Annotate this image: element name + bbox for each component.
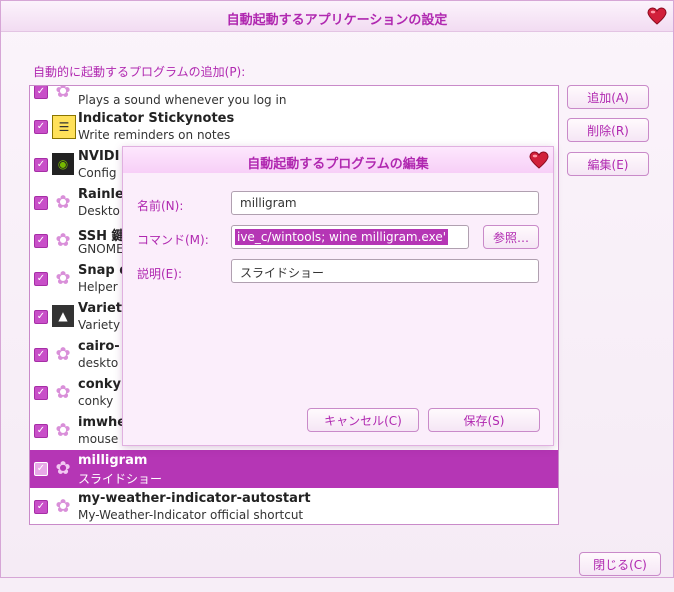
comment-field[interactable]: スライドショー <box>231 259 539 283</box>
program-name: my-weather-indicator-autostart <box>78 491 311 506</box>
checkbox[interactable]: ✓ <box>34 386 48 400</box>
sticky-notes-icon: ☰ <box>52 115 76 139</box>
program-name: conky <box>78 377 122 392</box>
flower-icon: ✿ <box>55 419 71 441</box>
checkbox[interactable]: ✓ <box>34 272 48 286</box>
program-list-label: 自動的に起動するプログラムの追加(P): <box>33 65 246 79</box>
flower-icon: ✿ <box>55 191 71 213</box>
checkbox[interactable]: ✓ <box>34 158 48 172</box>
checkbox[interactable]: ✓ <box>34 310 48 324</box>
checkbox[interactable]: ✓ <box>34 196 48 210</box>
command-value: ive_c/wintools; wine milligram.exe' <box>235 229 449 245</box>
program-desc: Plays a sound whenever you log in <box>78 93 287 107</box>
program-desc: My-Weather-Indicator official shortcut <box>78 508 304 522</box>
list-item-selected[interactable]: ✓ ✿ milligram スライドショー <box>30 450 558 488</box>
program-name: milligram <box>78 453 148 468</box>
program-desc: Config <box>78 166 117 180</box>
program-name: Snap d <box>78 263 129 278</box>
program-name: Variet <box>78 301 123 316</box>
checkbox[interactable]: ✓ <box>34 348 48 362</box>
checkbox[interactable]: ✓ <box>34 234 48 248</box>
close-button[interactable]: 閉じる(C) <box>579 552 661 576</box>
browse-button[interactable]: 参照… <box>483 225 539 249</box>
edit-button[interactable]: 編集(E) <box>567 152 649 176</box>
remove-button[interactable]: 削除(R) <box>567 118 649 142</box>
edit-program-dialog: 自動起動するプログラムの編集 名前(N): milligram コマンド(M):… <box>122 146 554 446</box>
dialog-title-bar: 自動起動するプログラムの編集 <box>123 147 553 173</box>
program-desc: Helper <box>78 280 118 294</box>
name-label: 名前(N): <box>137 199 184 213</box>
checkbox[interactable]: ✓ <box>34 424 48 438</box>
program-desc: Deskto <box>78 204 120 218</box>
flower-icon: ✿ <box>55 267 71 289</box>
program-name: cairo- <box>78 339 120 354</box>
flower-icon: ✿ <box>55 343 71 365</box>
program-desc: Write reminders on notes <box>78 128 231 142</box>
flower-icon: ✿ <box>55 457 71 479</box>
variety-icon: ▲ <box>52 305 74 327</box>
window-title: 自動起動するアプリケーションの設定 <box>226 13 448 28</box>
checkbox[interactable]: ✓ <box>34 120 48 134</box>
command-label: コマンド(M): <box>137 233 209 247</box>
close-heart-icon[interactable] <box>647 7 667 25</box>
dialog-title: 自動起動するプログラムの編集 <box>247 157 429 172</box>
flower-icon: ✿ <box>55 85 71 102</box>
program-name: Indicator Stickynotes <box>78 111 235 126</box>
list-item[interactable]: ✓ ✿ my-weather-indicator-autostart My-We… <box>30 488 558 524</box>
program-name: NVIDI <box>78 149 120 164</box>
checkbox[interactable]: ✓ <box>34 462 48 476</box>
program-desc: mouse s <box>78 432 129 446</box>
program-desc: conky <box>78 394 114 408</box>
nvidia-icon: ◉ <box>52 153 74 175</box>
close-heart-icon[interactable] <box>529 151 549 169</box>
program-desc: deskto <box>78 356 119 370</box>
program-desc: GNOME <box>78 242 124 256</box>
save-button[interactable]: 保存(S) <box>428 408 540 432</box>
list-item[interactable]: ✓ ☰ Indicator Stickynotes Write reminder… <box>30 108 558 146</box>
title-bar: 自動起動するアプリケーションの設定 <box>1 1 673 32</box>
program-desc: Variety <box>78 318 121 332</box>
flower-icon: ✿ <box>55 381 71 403</box>
comment-label: 説明(E): <box>137 267 182 281</box>
checkbox[interactable]: ✓ <box>34 500 48 514</box>
program-desc: スライドショー <box>78 472 163 486</box>
flower-icon: ✿ <box>55 229 71 251</box>
command-field[interactable]: ive_c/wintools; wine milligram.exe' <box>231 225 469 249</box>
checkbox[interactable]: ✓ <box>34 86 48 99</box>
cancel-button[interactable]: キャンセル(C) <box>307 408 419 432</box>
add-button[interactable]: 追加(A) <box>567 85 649 109</box>
name-field[interactable]: milligram <box>231 191 539 215</box>
program-name: Rainle <box>78 187 124 202</box>
flower-icon: ✿ <box>55 495 71 517</box>
